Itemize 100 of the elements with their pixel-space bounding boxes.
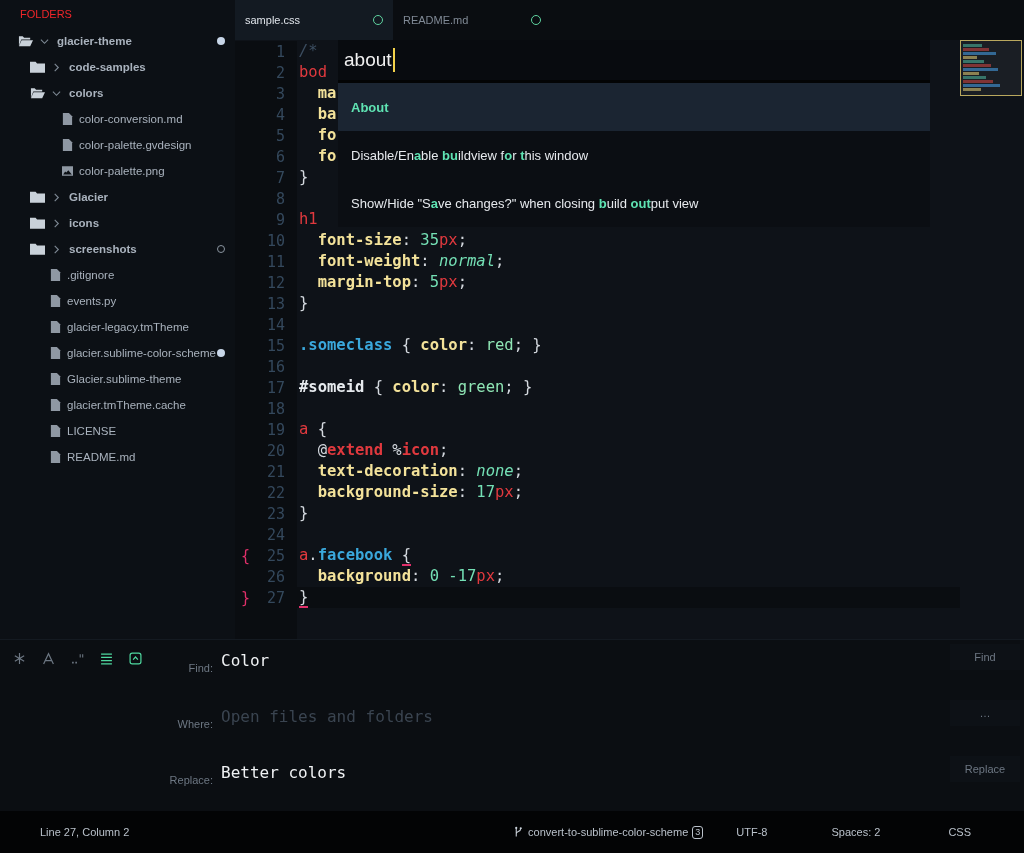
folder-name[interactable]: icons <box>69 217 100 229</box>
code-line: background-size: 17px; <box>316 483 523 501</box>
file-icon <box>50 425 61 437</box>
file-name[interactable]: color-conversion.md <box>79 113 183 125</box>
line-number: 25 <box>266 546 285 565</box>
file-icon <box>50 295 61 307</box>
line-number: 12 <box>266 273 285 292</box>
chevron-right-icon[interactable] <box>52 244 61 254</box>
code-line: background: 0 -17px; <box>316 567 505 585</box>
code-line: } <box>299 168 309 186</box>
file-icon <box>50 269 61 281</box>
line-number: 14 <box>266 315 285 334</box>
file-icon <box>50 451 61 463</box>
code-line: } <box>299 504 309 522</box>
line-number: 9 <box>275 210 285 229</box>
code-line: a.facebook { <box>299 546 412 566</box>
input-field[interactable]: Better colors <box>221 762 950 782</box>
line-number: 21 <box>266 462 285 481</box>
file-name[interactable]: glacier.sublime-color-scheme <box>67 347 216 359</box>
code-line: font-size: 35px; <box>316 231 467 249</box>
bracket-marker: { <box>241 546 251 565</box>
tab[interactable]: sample.css <box>235 0 393 40</box>
code-line: fo <box>316 126 337 144</box>
file-name[interactable]: glacier.tmTheme.cache <box>67 399 186 411</box>
folder-name[interactable]: code-samples <box>69 61 146 73</box>
quotes-icon[interactable] <box>71 652 84 665</box>
line-number: 1 <box>275 42 285 61</box>
code-line: font-weight: normal; <box>316 252 505 270</box>
folder-name[interactable]: Glacier <box>69 191 108 203</box>
line-number: 26 <box>266 567 285 586</box>
code-line: } <box>299 294 309 312</box>
sidebar-title: FOLDERS <box>19 8 73 22</box>
panel-button[interactable]: … <box>950 700 1020 726</box>
code-line: } <box>299 588 309 608</box>
git-branch[interactable]: convert-to-sublime-color-scheme <box>528 826 689 838</box>
folder-name[interactable]: glacier-theme <box>57 35 132 47</box>
image-file-icon <box>62 165 73 177</box>
asterisk-icon[interactable] <box>13 652 26 665</box>
line-number: 10 <box>266 231 285 250</box>
palette-input[interactable]: about <box>338 40 930 83</box>
code-line: ma <box>316 84 337 102</box>
file-name[interactable]: glacier-legacy.tmTheme <box>67 321 189 333</box>
code-line: ba <box>316 105 337 123</box>
chevron-right-icon[interactable] <box>52 62 61 72</box>
bracket-marker: } <box>241 588 251 607</box>
file-name[interactable]: color-palette.gvdesign <box>79 139 192 151</box>
file-icon <box>62 139 73 151</box>
file-icon <box>50 347 61 359</box>
line-number: 13 <box>266 294 285 313</box>
code-line: .someclass { color: red; } <box>299 336 542 354</box>
line-number: 4 <box>275 105 285 124</box>
folder-name[interactable]: colors <box>69 87 104 99</box>
line-number: 20 <box>266 441 285 460</box>
line-number: 18 <box>266 399 285 418</box>
code-line: #someid { color: green; } <box>299 378 533 396</box>
minimap[interactable] <box>960 40 1022 96</box>
file-name[interactable]: color-palette.png <box>79 165 165 177</box>
encoding[interactable]: UTF-8 <box>736 826 768 838</box>
file-name[interactable]: README.md <box>67 451 136 463</box>
chevron-right-icon[interactable] <box>52 192 61 202</box>
field-label: Where: <box>176 718 213 730</box>
code-line: @extend %icon; <box>316 441 449 459</box>
chevron-down-icon[interactable] <box>40 36 49 46</box>
chevron-down-icon[interactable] <box>52 88 61 98</box>
line-number: 15 <box>266 336 285 355</box>
letter-a-icon[interactable] <box>42 652 55 665</box>
folder-name[interactable]: screenshots <box>69 243 137 255</box>
palette-item[interactable]: Show/Hide "Save changes?" when closing build output view <box>338 179 930 227</box>
file-icon <box>50 321 61 333</box>
syntax[interactable]: CSS <box>948 826 971 838</box>
input-field[interactable]: Color <box>221 650 950 670</box>
field-label: Find: <box>187 662 213 674</box>
tab[interactable]: README.md <box>393 0 551 40</box>
code-line: a { <box>299 420 327 438</box>
line-number: 7 <box>275 168 285 187</box>
indentation[interactable]: Spaces: 2 <box>831 826 881 838</box>
file-name[interactable]: LICENSE <box>67 425 117 437</box>
file-name[interactable]: Glacier.sublime-theme <box>67 373 182 385</box>
caret-box-icon[interactable] <box>129 652 142 665</box>
palette-item[interactable]: About <box>338 83 930 131</box>
change-count-badge: 3 <box>692 825 704 839</box>
palette-item[interactable]: Disable/Enable buildview for this window <box>338 131 930 179</box>
line-number: 22 <box>266 483 285 502</box>
line-number: 23 <box>266 504 285 523</box>
file-name[interactable]: events.py <box>67 295 117 307</box>
line-number: 19 <box>266 420 285 439</box>
input-field[interactable]: Open files and folders <box>221 706 950 726</box>
panel-button[interactable]: Find <box>950 644 1020 670</box>
chevron-right-icon[interactable] <box>52 218 61 228</box>
code-line: margin-top: 5px; <box>316 273 467 291</box>
file-icon <box>50 399 61 411</box>
code-line: bod <box>299 63 327 81</box>
lines-icon[interactable] <box>100 652 113 665</box>
file-name[interactable]: .gitignore <box>67 269 115 281</box>
file-icon <box>50 373 61 385</box>
line-number: 5 <box>275 126 285 145</box>
cursor-position: Line 27, Column 2 <box>40 826 130 838</box>
line-number: 6 <box>275 147 285 166</box>
line-number: 3 <box>275 84 285 103</box>
panel-button[interactable]: Replace <box>950 756 1020 782</box>
